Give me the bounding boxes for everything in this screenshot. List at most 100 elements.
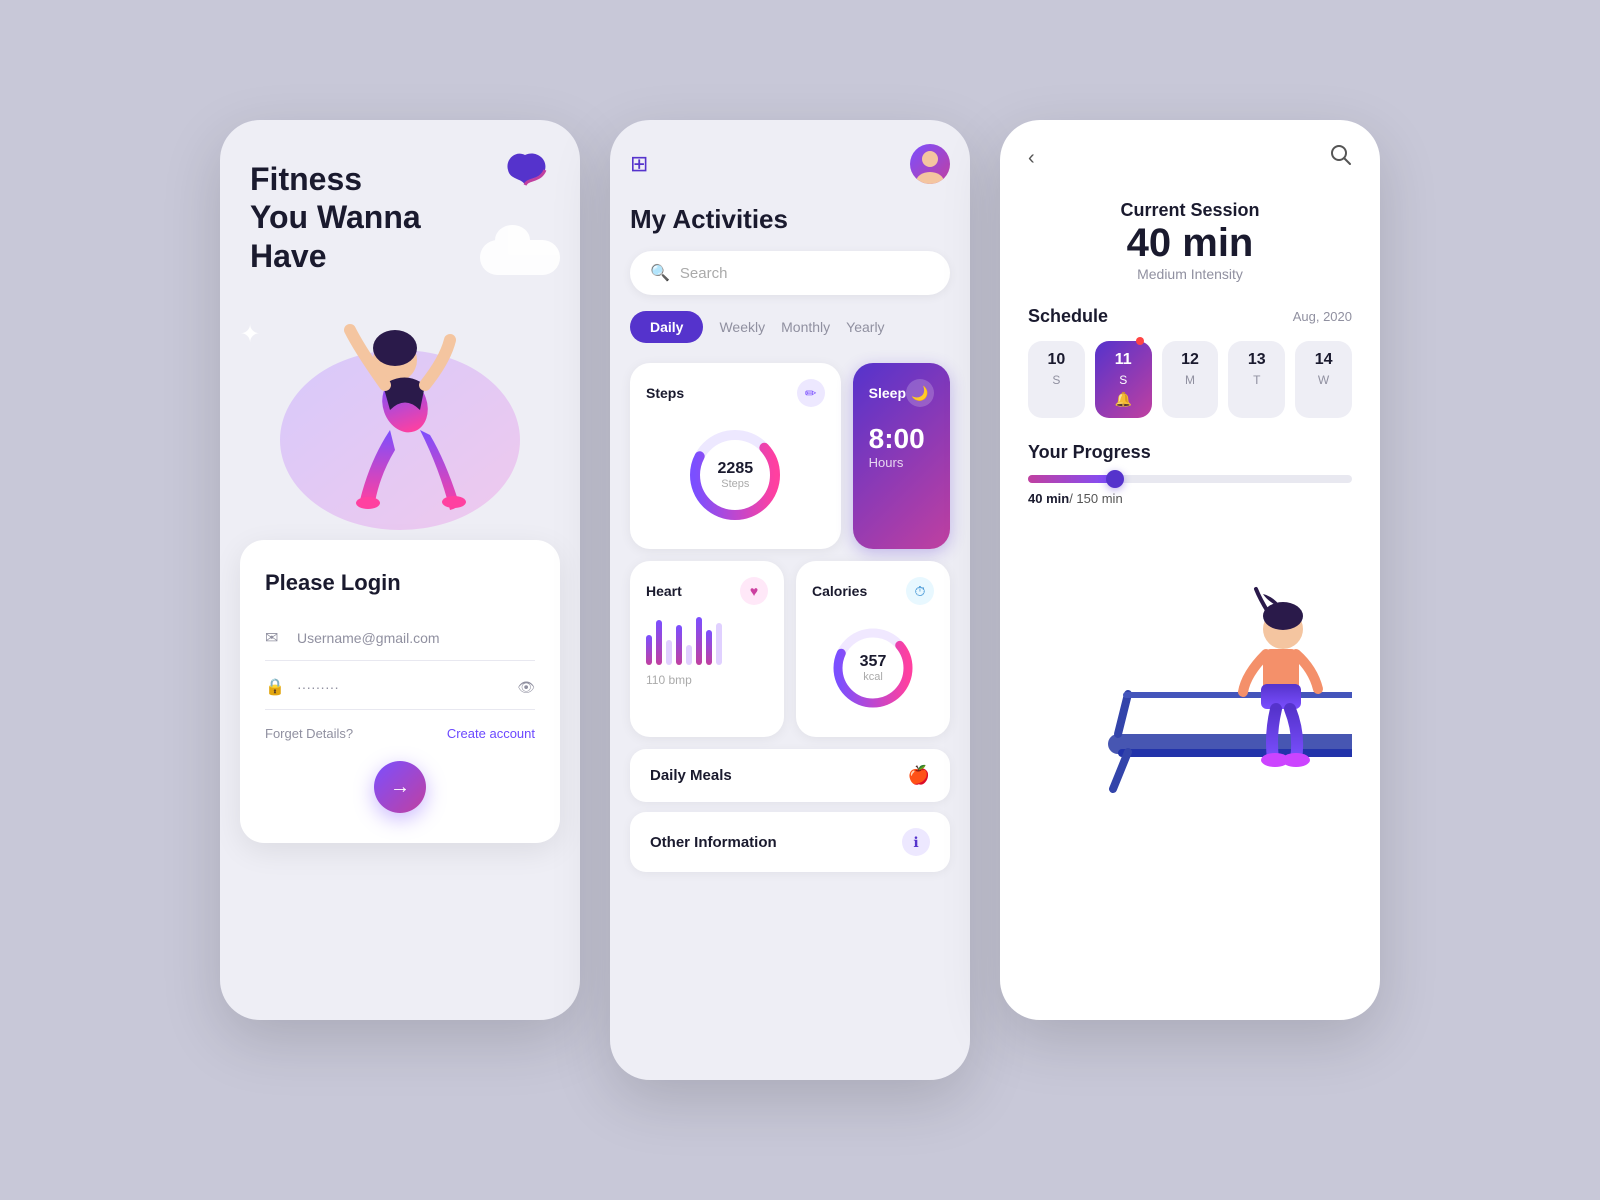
treadmill-illustration <box>1028 534 1352 814</box>
date-day-12: M <box>1168 373 1213 387</box>
steps-card: Steps ✏ <box>630 363 841 549</box>
star-decoration: ✦ <box>240 320 260 349</box>
login-form-title: Please Login <box>265 570 535 596</box>
other-info-icon: ℹ <box>902 828 930 856</box>
calories-card: Calories ⏱ <box>796 561 950 737</box>
yoga-illustration <box>220 240 580 540</box>
activities-screen: ⊞ My Activities 🔍 Search Daily Weekly <box>610 120 970 1080</box>
login-arrow-button[interactable]: → <box>374 761 426 813</box>
treadmill-svg <box>1028 534 1352 814</box>
date-cell-11[interactable]: 11 S 🔔 <box>1095 341 1152 418</box>
progress-bar-fill <box>1028 475 1115 483</box>
tab-yearly[interactable]: Yearly <box>846 319 884 335</box>
daily-meals-row[interactable]: Daily Meals 🍎 <box>630 749 950 802</box>
calories-title: Calories <box>812 583 867 599</box>
calories-icon-btn[interactable]: ⏱ <box>906 577 934 605</box>
tab-daily[interactable]: Daily <box>630 311 703 343</box>
bell-icon: 🔔 <box>1101 391 1146 408</box>
progress-bar-track <box>1028 475 1352 483</box>
progress-title: Your Progress <box>1028 442 1352 463</box>
date-num-11: 11 <box>1101 351 1146 369</box>
date-num-13: 13 <box>1234 351 1279 369</box>
lock-icon: 🔒 <box>265 677 285 697</box>
session-info: Current Session 40 min Medium Intensity <box>1028 200 1352 282</box>
date-day-13: T <box>1234 373 1279 387</box>
login-form-card: Please Login ✉ Username@gmail.com 🔒 ····… <box>240 540 560 843</box>
top-widgets-row: Steps ✏ <box>630 363 950 549</box>
date-cell-13[interactable]: 13 T <box>1228 341 1285 418</box>
create-account-link[interactable]: Create account <box>447 726 535 741</box>
date-row: 10 S 11 S 🔔 12 M 13 T <box>1028 341 1352 418</box>
session-intensity: Medium Intensity <box>1028 266 1352 282</box>
activities-inner: ⊞ My Activities 🔍 Search Daily Weekly <box>610 120 970 906</box>
date-num-10: 10 <box>1034 351 1079 369</box>
tab-monthly[interactable]: Monthly <box>781 319 830 335</box>
steps-value: 2285 <box>718 460 754 478</box>
password-field[interactable]: ········· <box>297 679 505 695</box>
heart-bpm: 110 bmp <box>646 673 768 687</box>
sleep-icon-btn[interactable]: 🌙 <box>906 379 934 407</box>
other-info-row[interactable]: Other Information ℹ <box>630 812 950 872</box>
steps-header: Steps ✏ <box>646 379 825 407</box>
tab-weekly[interactable]: Weekly <box>719 319 765 335</box>
email-icon: ✉ <box>265 628 285 648</box>
sleep-header: Sleep 🌙 <box>869 379 934 407</box>
date-cell-10[interactable]: 10 S <box>1028 341 1085 418</box>
sleep-unit: Hours <box>869 455 934 470</box>
heart-title: Heart <box>646 583 682 599</box>
search-button[interactable] <box>1330 144 1352 172</box>
email-field[interactable]: Username@gmail.com <box>297 630 535 646</box>
sleep-value: 8:00 <box>869 423 934 455</box>
schedule-month: Aug, 2020 <box>1293 309 1352 324</box>
notification-dot <box>1136 337 1144 345</box>
filter-tabs: Daily Weekly Monthly Yearly <box>630 311 950 343</box>
session-time: 40 min <box>1028 221 1352 266</box>
activities-title: My Activities <box>630 204 950 235</box>
sleep-title: Sleep <box>869 385 906 401</box>
session-screen: ‹ Current Session 40 min Medium Intensit… <box>1000 120 1380 1020</box>
login-screen: Fitness You Wanna Have ✦ <box>220 120 580 1020</box>
heart-icon-btn[interactable]: ♥ <box>740 577 768 605</box>
session-label: Current Session <box>1028 200 1352 221</box>
screens-container: Fitness You Wanna Have ✦ <box>100 120 1500 1080</box>
session-inner: ‹ Current Session 40 min Medium Intensit… <box>1000 120 1380 838</box>
password-input-row[interactable]: 🔒 ········· 👁 <box>265 665 535 710</box>
back-button[interactable]: ‹ <box>1028 147 1035 170</box>
steps-title: Steps <box>646 385 684 401</box>
login-hero: Fitness You Wanna Have ✦ <box>220 120 580 540</box>
eye-icon[interactable]: 👁 <box>517 679 535 696</box>
search-bar[interactable]: 🔍 Search <box>630 251 950 295</box>
sleep-time-display: 8:00 Hours <box>869 423 934 470</box>
forget-details-link[interactable]: Forget Details? <box>265 726 353 741</box>
calories-donut: 357 kcal <box>812 615 934 721</box>
calories-unit: kcal <box>860 671 887 683</box>
schedule-header: Schedule Aug, 2020 <box>1028 306 1352 327</box>
date-num-12: 12 <box>1168 351 1213 369</box>
heart-card: Heart ♥ 110 bmp <box>630 561 784 737</box>
other-info-label: Other Information <box>650 834 777 851</box>
login-links: Forget Details? Create account <box>265 726 535 741</box>
grid-icon[interactable]: ⊞ <box>630 151 648 177</box>
date-cell-14[interactable]: 14 W <box>1295 341 1352 418</box>
search-icon: 🔍 <box>650 263 670 283</box>
daily-meals-icon: 🍎 <box>908 765 930 786</box>
schedule-title: Schedule <box>1028 306 1108 327</box>
date-day-11: S <box>1101 373 1146 387</box>
progress-thumb[interactable] <box>1106 470 1124 488</box>
user-avatar[interactable] <box>910 144 950 184</box>
steps-unit: Steps <box>718 478 754 490</box>
steps-edit-button[interactable]: ✏ <box>797 379 825 407</box>
date-cell-12[interactable]: 12 M <box>1162 341 1219 418</box>
search-placeholder: Search <box>680 265 728 282</box>
email-input-row[interactable]: ✉ Username@gmail.com <box>265 616 535 661</box>
calories-value: 357 <box>860 653 887 671</box>
schedule-section: Schedule Aug, 2020 10 S 11 S 🔔 <box>1028 306 1352 418</box>
progress-label: 40 min/ 150 min <box>1028 491 1352 506</box>
daily-meals-label: Daily Meals <box>650 767 732 784</box>
progress-section: Your Progress 40 min/ 150 min <box>1028 442 1352 506</box>
heart-bars <box>646 615 768 665</box>
logo-icon <box>500 150 550 205</box>
bottom-widgets-row: Heart ♥ 110 bmp <box>630 561 950 737</box>
calories-header: Calories ⏱ <box>812 577 934 605</box>
heart-header: Heart ♥ <box>646 577 768 605</box>
